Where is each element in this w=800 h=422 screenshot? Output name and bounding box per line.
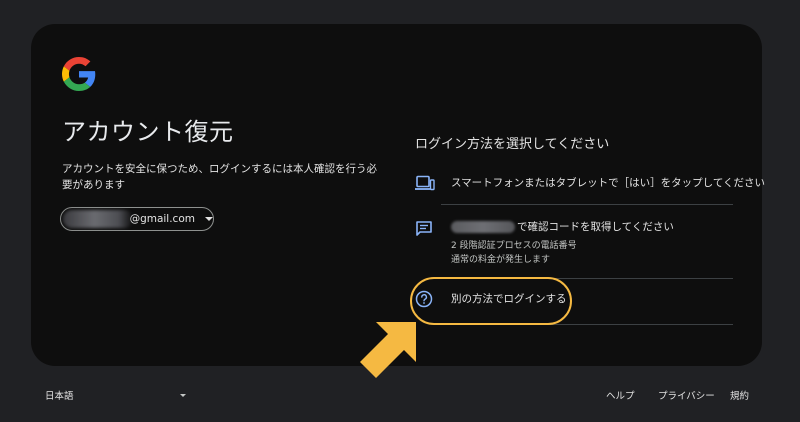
option-other-method-label: 別の方法でログインする [451, 293, 567, 305]
phone-obscured-region [451, 221, 515, 233]
divider [441, 278, 733, 279]
signin-methods-heading: ログイン方法を選択してください [415, 137, 610, 152]
account-chip[interactable]: @gmail.com [60, 207, 214, 231]
google-g-icon [62, 57, 96, 91]
caret-down-icon [205, 217, 213, 221]
page-root: アカウント復元 アカウントを安全に保つため、ログインするには本人確認を行う必要が… [0, 0, 800, 422]
option-sms-label: で確認コードを取得してください [451, 219, 674, 234]
sms-message-icon [416, 221, 432, 236]
divider [441, 324, 733, 325]
language-label: 日本語 [45, 391, 74, 402]
option-tap-yes-label: スマートフォンまたはタブレットで［はい］をタップしてください [451, 177, 766, 189]
phone-tablet-icon [415, 175, 435, 191]
option-other-method[interactable]: 別の方法でログインする [415, 288, 733, 314]
help-circle-icon [415, 290, 433, 308]
divider [441, 204, 733, 205]
option-tap-yes[interactable]: スマートフォンまたはタブレットで［はい］をタップしてください [415, 171, 765, 201]
option-sms-code[interactable]: で確認コードを取得してください 2 段階認証プロセスの電話番号 通常の料金が発生… [415, 214, 733, 265]
footer-link-help[interactable]: ヘルプ [606, 388, 635, 402]
option-sms-label-text: で確認コードを取得してください [517, 221, 674, 233]
footer-link-privacy[interactable]: プライバシー [658, 388, 715, 402]
page-title: アカウント復元 [62, 118, 234, 146]
caret-down-icon [179, 393, 186, 397]
language-select[interactable]: 日本語 [45, 388, 186, 402]
email-obscured-region [63, 210, 133, 228]
recovery-card: アカウント復元 アカウントを安全に保つため、ログインするには本人確認を行う必要が… [31, 24, 765, 366]
page-subtitle: アカウントを安全に保つため、ログインするには本人確認を行う必要があります [62, 163, 377, 191]
footer-link-terms[interactable]: 規約 [730, 388, 749, 402]
account-email: @gmail.com [129, 213, 195, 225]
option-sms-detail-1: 2 段階認証プロセスの電話番号 [451, 241, 577, 251]
option-sms-detail-2: 通常の料金が発生します [451, 255, 551, 265]
